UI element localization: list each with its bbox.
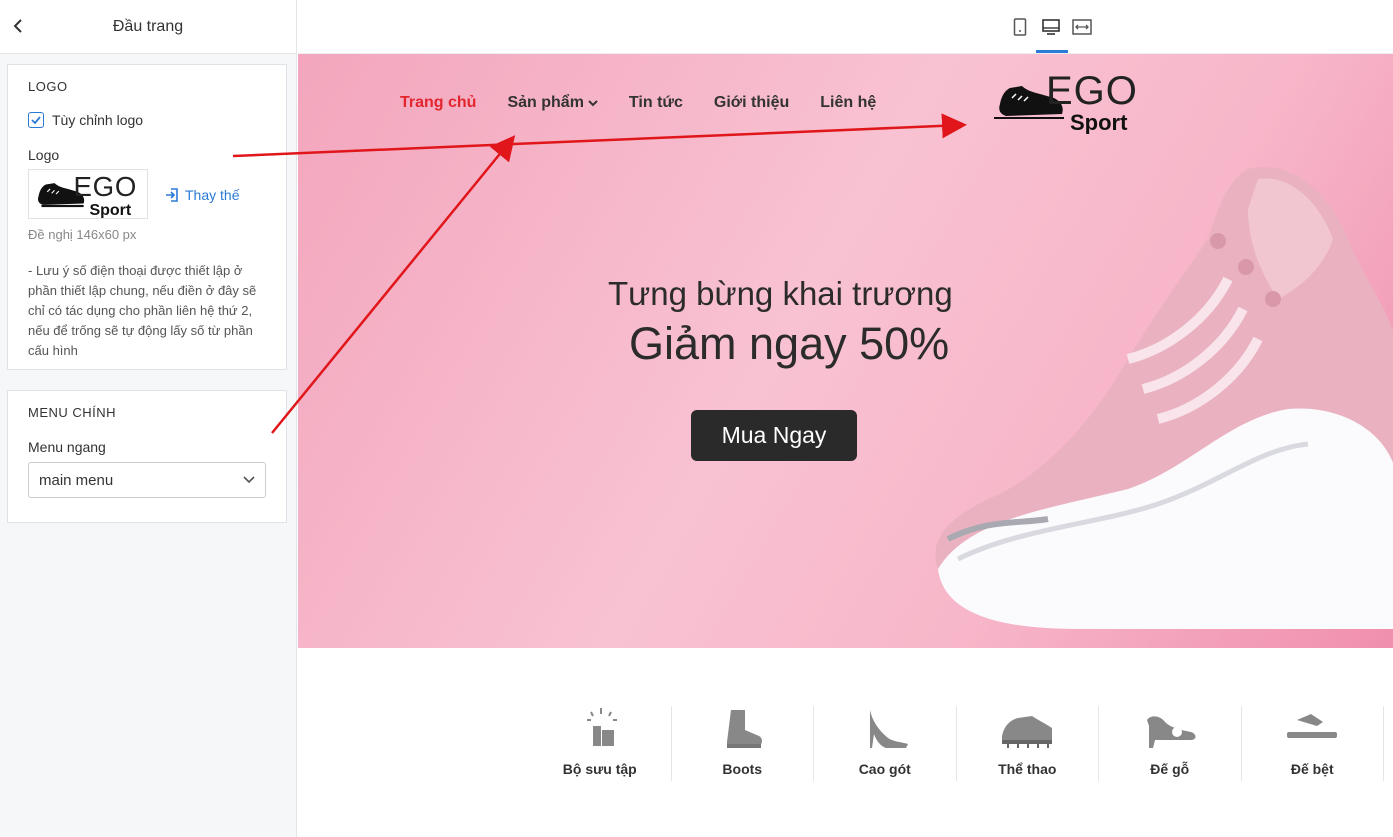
collection-icon: [586, 708, 617, 746]
sport-shoe-icon: [1002, 716, 1053, 748]
sneaker-image: [935, 167, 1393, 629]
nav-item-products-label: Sản phẩm: [507, 94, 584, 111]
desktop-icon: [1042, 19, 1060, 35]
replace-logo-label: Thay thế: [185, 187, 240, 203]
site-logo-text-sport: Sport: [1070, 110, 1128, 134]
category-flat[interactable]: Đế bệt: [1242, 706, 1384, 781]
hero-discount: Giảm ngay 50%: [629, 318, 950, 369]
mobile-view-button[interactable]: [1007, 14, 1033, 40]
logo-size-hint: Đề nghị 146x60 px: [28, 227, 137, 242]
main-menu-heading: MENU CHÍNH: [28, 405, 117, 420]
hero-banner: Trang chủ Sản phẩm Tin tức Giới thiệu Li…: [298, 54, 1393, 648]
replace-logo-link[interactable]: Thay thế: [164, 187, 239, 203]
chevron-left-icon: [13, 19, 22, 33]
custom-logo-checkbox[interactable]: [28, 112, 44, 128]
settings-panel: Đầu trang LOGO Tùy chỉnh logo Logo EGO S…: [0, 0, 297, 837]
logo-section-heading: LOGO: [28, 79, 68, 94]
nav-item-news[interactable]: Tin tức: [629, 94, 683, 112]
custom-logo-toggle[interactable]: Tùy chỉnh logo: [28, 112, 143, 128]
logo-thumbnail[interactable]: EGO Sport: [28, 169, 148, 219]
fullwidth-icon: [1072, 19, 1092, 35]
logo-field-label: Logo: [28, 147, 60, 163]
nav-item-products[interactable]: Sản phẩm: [507, 94, 598, 112]
boot-icon: [727, 710, 763, 748]
logo-thumb-text-ego: EGO: [73, 171, 137, 202]
site-logo-text-ego: EGO: [1046, 69, 1138, 113]
horizontal-menu-value: main menu: [39, 471, 114, 489]
active-device-indicator: [1036, 50, 1068, 53]
device-toolbar: [298, 0, 1393, 54]
check-icon: [31, 116, 41, 124]
horizontal-menu-label: Menu ngang: [28, 439, 106, 455]
replace-icon: [166, 188, 178, 202]
flat-shoe-icon: [1287, 714, 1338, 738]
category-collection[interactable]: Bộ sưu tập: [529, 706, 672, 781]
phone-note: - Lưu ý số điện thoại được thiết lập ở p…: [28, 263, 257, 358]
logo-section: LOGO Tùy chỉnh logo Logo EGO Sport Thay …: [7, 64, 287, 370]
chevron-down-icon: [588, 99, 598, 106]
horizontal-menu-select[interactable]: main menu: [28, 462, 266, 498]
panel-title: Đầu trang: [112, 17, 184, 35]
category-label: Cao gót: [858, 761, 911, 777]
main-menu-section: MENU CHÍNH Menu ngang main menu: [7, 390, 287, 523]
nav-item-about[interactable]: Giới thiệu: [714, 94, 789, 112]
main-nav: Trang chủ Sản phẩm Tin tức Giới thiệu Li…: [400, 94, 876, 112]
back-button[interactable]: [8, 15, 30, 37]
category-label: Boots: [722, 761, 763, 777]
category-strip: Bộ sưu tập Boots Cao gót Thể thao Đế gỗ …: [529, 706, 1384, 781]
high-heel-icon: [869, 710, 908, 748]
chevron-down-icon: [243, 476, 255, 484]
panel-header: Đầu trang: [0, 0, 296, 54]
nav-item-home[interactable]: Trang chủ: [400, 94, 476, 112]
mobile-icon: [1013, 18, 1027, 36]
logo-thumb-text-sport: Sport: [89, 202, 131, 218]
hero-headline: Tưng bừng khai trương: [608, 275, 953, 312]
category-boots[interactable]: Boots: [672, 706, 814, 781]
category-sport[interactable]: Thể thao: [957, 706, 1099, 781]
site-logo[interactable]: EGO Sport: [992, 68, 1144, 135]
category-label: Đế gỗ: [1150, 761, 1190, 777]
nav-item-contact[interactable]: Liên hệ: [820, 94, 876, 112]
custom-logo-label: Tùy chỉnh logo: [52, 112, 144, 128]
buy-now-button[interactable]: Mua Ngay: [691, 410, 857, 461]
category-high-heels[interactable]: Cao gót: [814, 706, 957, 781]
category-wooden-sole[interactable]: Đế gỗ: [1099, 706, 1242, 781]
fullwidth-view-button[interactable]: [1069, 14, 1095, 40]
category-label: Bộ sưu tập: [562, 761, 637, 777]
desktop-view-button[interactable]: [1038, 14, 1064, 40]
category-label: Đế bệt: [1290, 761, 1334, 777]
wooden-sandal-icon: [1146, 716, 1196, 748]
category-label: Thể thao: [998, 761, 1057, 777]
